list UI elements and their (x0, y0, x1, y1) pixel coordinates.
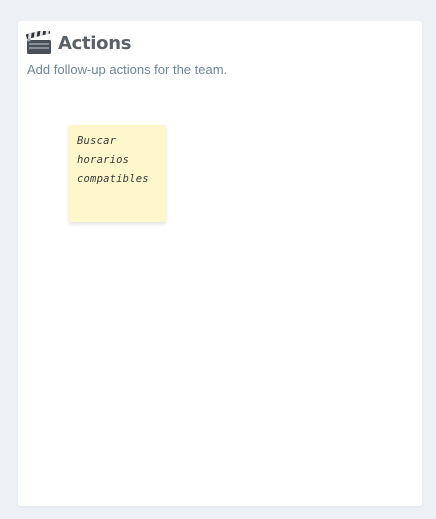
actions-panel: Actions Add follow-up actions for the te… (18, 21, 422, 506)
clapperboard-icon (26, 28, 52, 55)
sticky-note-text: Buscar horarios compatibles (77, 135, 149, 185)
sticky-note[interactable]: Buscar horarios compatibles (69, 125, 166, 222)
panel-subtitle: Add follow-up actions for the team. (27, 62, 228, 77)
panel-header: Actions (26, 28, 132, 57)
panel-title: Actions (58, 32, 132, 54)
